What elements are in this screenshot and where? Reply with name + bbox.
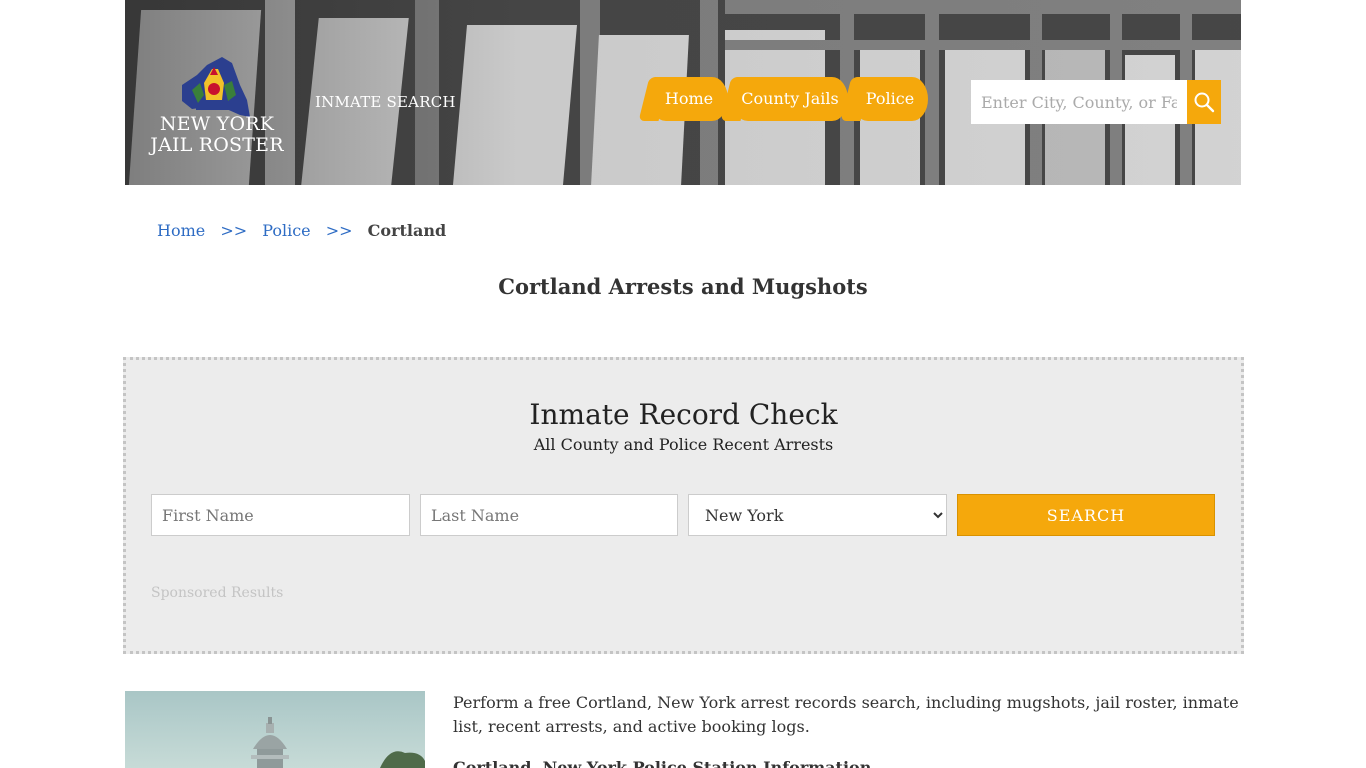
nav-police[interactable]: Police	[852, 77, 928, 121]
nav-county-jails[interactable]: County Jails	[732, 77, 848, 121]
capitol-building-image	[125, 691, 425, 768]
police-station-info-heading: Cortland, New York Police Station Inform…	[453, 758, 872, 768]
nav-county-jails-label: County Jails	[741, 89, 839, 108]
nav-home-label: Home	[664, 89, 714, 108]
nav-home[interactable]: Home	[650, 77, 728, 121]
panel-title: Inmate Record Check	[529, 398, 838, 431]
page-title: Cortland Arrests and Mugshots	[498, 274, 868, 299]
inmate-search-link[interactable]: INMATE SEARCH	[315, 93, 456, 111]
state-select[interactable]: New York	[688, 494, 947, 536]
breadcrumb-separator: >>	[220, 221, 248, 240]
facility-search-button[interactable]	[1187, 80, 1221, 124]
breadcrumb-police[interactable]: Police	[262, 221, 310, 240]
first-name-input[interactable]	[151, 494, 410, 536]
breadcrumb-separator: >>	[325, 221, 353, 240]
last-name-input[interactable]	[420, 494, 678, 536]
breadcrumb: Home >> Police >> Cortland	[157, 221, 446, 240]
intro-text: Perform a free Cortland, New York arrest…	[453, 693, 1239, 736]
nav-police-label: Police	[865, 89, 915, 108]
sponsored-results-label: Sponsored Results	[151, 585, 284, 601]
breadcrumb-home[interactable]: Home	[157, 221, 205, 240]
inmate-record-check-panel: Inmate Record Check All County and Polic…	[123, 357, 1244, 654]
record-search-button[interactable]: SEARCH	[957, 494, 1215, 536]
facility-search-input[interactable]	[971, 80, 1187, 124]
panel-subtitle: All County and Police Recent Arrests	[533, 435, 834, 454]
logo-line-1: NEW YORK	[159, 113, 275, 135]
logo-line-2: JAIL ROSTER	[150, 134, 284, 156]
logo-text[interactable]: NEW YORK JAIL ROSTER	[148, 114, 286, 156]
search-icon	[1194, 92, 1215, 113]
breadcrumb-current: Cortland	[367, 221, 447, 240]
